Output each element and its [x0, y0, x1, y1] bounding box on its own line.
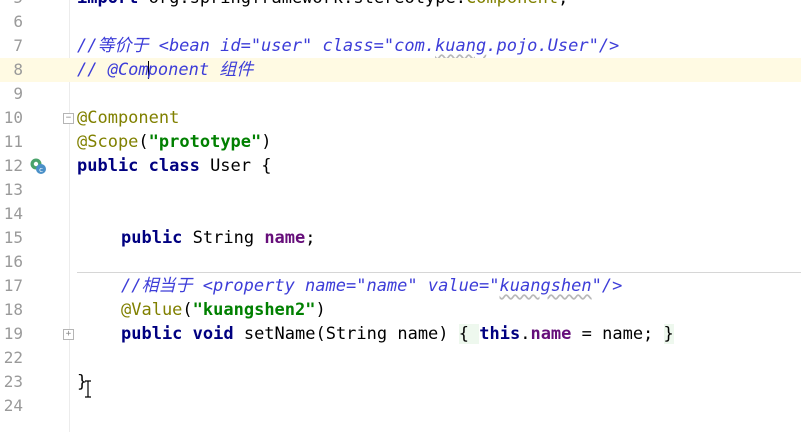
code-token: )	[315, 300, 326, 320]
line-number: 12	[3, 156, 23, 175]
code-token: public class	[77, 156, 211, 176]
code-line[interactable]: 17 //相当于 <property name="name" value="kua…	[0, 274, 801, 298]
code-token: }	[663, 324, 674, 344]
code-text: // @Component 组件	[77, 58, 253, 82]
code-token: @Scope	[77, 132, 139, 152]
line-number: 16	[3, 252, 23, 271]
code-line[interactable]: 24	[0, 394, 801, 418]
code-line[interactable]: 19 public void setName(String name) { thi…	[0, 322, 801, 346]
line-number: 14	[3, 204, 23, 223]
class-implementation-icon[interactable]: c	[29, 157, 47, 175]
code-token: kuangshen	[499, 276, 592, 296]
code-token: @Component	[77, 108, 180, 128]
code-token: .pojo.User"/>	[486, 36, 620, 56]
line-number: 5	[0, 0, 23, 10]
code-token: (	[182, 300, 193, 320]
code-token: .	[520, 324, 531, 344]
code-text: //等价于 <bean id="user" class="com.kuang.p…	[77, 34, 619, 58]
code-token: "kuangshen2"	[192, 300, 316, 320]
code-token: org.springframework.stereotype.	[149, 0, 466, 8]
code-token: public	[121, 228, 193, 248]
code-text: public class User {	[77, 154, 271, 178]
line-number: 9	[13, 84, 23, 103]
code-token: String	[192, 228, 265, 248]
code-line[interactable]: 8 // @Component 组件	[0, 58, 801, 82]
code-token: ;	[305, 228, 316, 248]
code-token: "/>	[591, 276, 623, 296]
code-editor[interactable]: 5 import org.springframework.stereotype.C…	[0, 0, 801, 432]
method-separator	[77, 272, 801, 273]
line-number: 7	[13, 36, 23, 55]
line-number: 6	[13, 12, 23, 31]
code-token: import	[77, 0, 149, 8]
code-token: "prototype"	[148, 132, 262, 152]
code-text: @Value("kuangshen2")	[121, 298, 326, 322]
code-line[interactable]: 6	[0, 10, 801, 34]
code-token: //等价于 <bean id="user" class="com.	[77, 36, 436, 56]
line-number: 17	[3, 276, 23, 295]
code-line[interactable]: 5 import org.springframework.stereotype.C…	[0, 0, 801, 10]
code-line[interactable]: 16	[0, 250, 801, 274]
code-line[interactable]: 22	[0, 346, 801, 370]
code-token: (	[138, 132, 149, 152]
line-number: 8	[13, 60, 23, 79]
line-number: 11	[3, 132, 23, 151]
code-line[interactable]: 23}	[0, 370, 801, 394]
code-line[interactable]: 14	[0, 202, 801, 226]
code-token: Component	[466, 0, 558, 8]
code-line[interactable]: 12 public class User {	[0, 154, 801, 178]
fold-marker-class-comment[interactable]: −	[63, 113, 74, 124]
text-cursor-icon	[85, 380, 91, 398]
code-token: setName(String name)	[243, 324, 459, 344]
line-number: 13	[3, 180, 23, 199]
code-line[interactable]: 13	[0, 178, 801, 202]
line-number: 15	[3, 228, 23, 247]
code-token: User {	[210, 156, 272, 176]
code-line[interactable]: 11 @Scope("prototype")	[0, 130, 801, 154]
code-token: name	[530, 324, 572, 344]
line-number: 18	[3, 300, 23, 319]
code-text: @Scope("prototype")	[77, 130, 272, 154]
code-token: ponent 组件	[147, 60, 254, 80]
svg-text:c: c	[39, 166, 43, 174]
code-text: import org.springframework.stereotype.Co…	[77, 0, 568, 10]
code-token: public void	[121, 324, 244, 344]
code-token: )	[261, 132, 272, 152]
line-number: 22	[3, 348, 23, 367]
line-number: 23	[3, 372, 23, 391]
code-token: @Value	[121, 300, 183, 320]
code-line[interactable]: 10 @Component	[0, 106, 801, 130]
code-token: kuang	[435, 36, 487, 56]
code-text: public String name;	[121, 226, 316, 250]
code-line[interactable]: 7 //等价于 <bean id="user" class="com.kuang.…	[0, 34, 801, 58]
code-line[interactable]: 18 @Value("kuangshen2")	[0, 298, 801, 322]
code-token: name	[264, 228, 306, 248]
code-token: ;	[558, 0, 568, 8]
code-text: public void setName(String name) { this.…	[121, 322, 674, 346]
line-number: 19	[3, 324, 23, 343]
code-text: //相当于 <property name="name" value="kuang…	[121, 274, 622, 298]
code-token: this	[479, 324, 521, 344]
code-token: {	[458, 324, 480, 344]
line-number: 10	[3, 108, 23, 127]
code-line[interactable]: 9	[0, 82, 801, 106]
code-token: //相当于 <property name="name" value="	[121, 276, 500, 296]
fold-marker-method[interactable]: +	[63, 329, 74, 340]
code-text: @Component	[77, 106, 179, 130]
code-token: // @Com	[77, 60, 149, 80]
line-number: 24	[3, 396, 23, 415]
code-token: = name;	[571, 324, 664, 344]
code-line[interactable]: 15 public String name;	[0, 226, 801, 250]
